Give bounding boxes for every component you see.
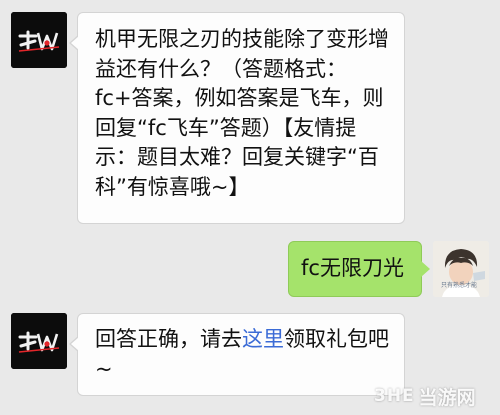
game-logo-icon (11, 313, 67, 369)
bot-message-bubble[interactable]: 回答正确，请去这里领取礼包吧~ (69, 313, 405, 396)
bot-avatar[interactable] (11, 12, 67, 68)
user-message-bubble[interactable]: fc无限刀光 (288, 241, 430, 297)
game-logo-icon (11, 12, 67, 68)
site-watermark: 3HE 当游网 (374, 381, 476, 411)
bot-avatar[interactable] (11, 313, 67, 369)
message-text: 机甲无限之刃的技能除了变形增益还有什么？（答题格式：fc+答案，例如答案是飞车，… (95, 27, 389, 199)
avatar-caption: 只有熟悉才能 (441, 282, 478, 289)
message-text-before-link: 回答正确，请去 (95, 327, 242, 351)
watermark-logo: 3HE (374, 386, 415, 406)
bot-message-bubble[interactable]: 机甲无限之刃的技能除了变形增益还有什么？（答题格式：fc+答案，例如答案是飞车，… (69, 12, 405, 224)
user-avatar[interactable]: 只有熟悉才能 (433, 241, 489, 297)
message-text: fc无限刀光 (301, 256, 404, 280)
gift-link[interactable]: 这里 (242, 327, 284, 351)
watermark-site-name: 当游网 (418, 386, 476, 409)
